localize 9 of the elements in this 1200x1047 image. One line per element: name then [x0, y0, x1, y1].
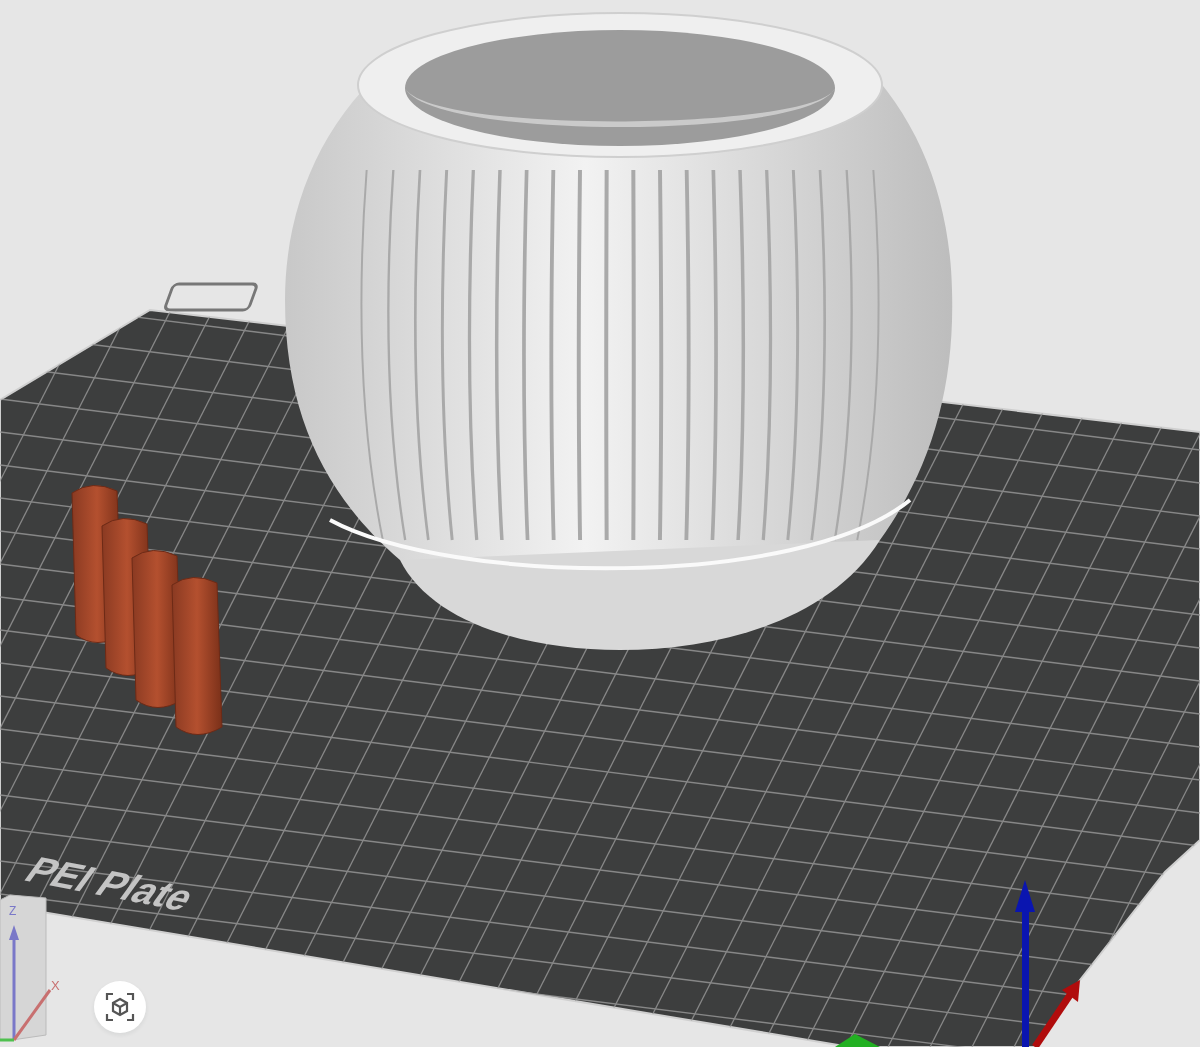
cube-icon [105, 992, 135, 1022]
y-axis-arrow [835, 1034, 880, 1047]
axis-label: Z [9, 904, 17, 918]
axis-label: X [51, 978, 60, 993]
plate-marker-icon [162, 282, 260, 312]
view-button[interactable] [94, 981, 146, 1033]
plate-label: PEI Plate [17, 849, 204, 918]
view-cube[interactable] [0, 894, 52, 1042]
x-axis-arrow [1032, 980, 1080, 1047]
